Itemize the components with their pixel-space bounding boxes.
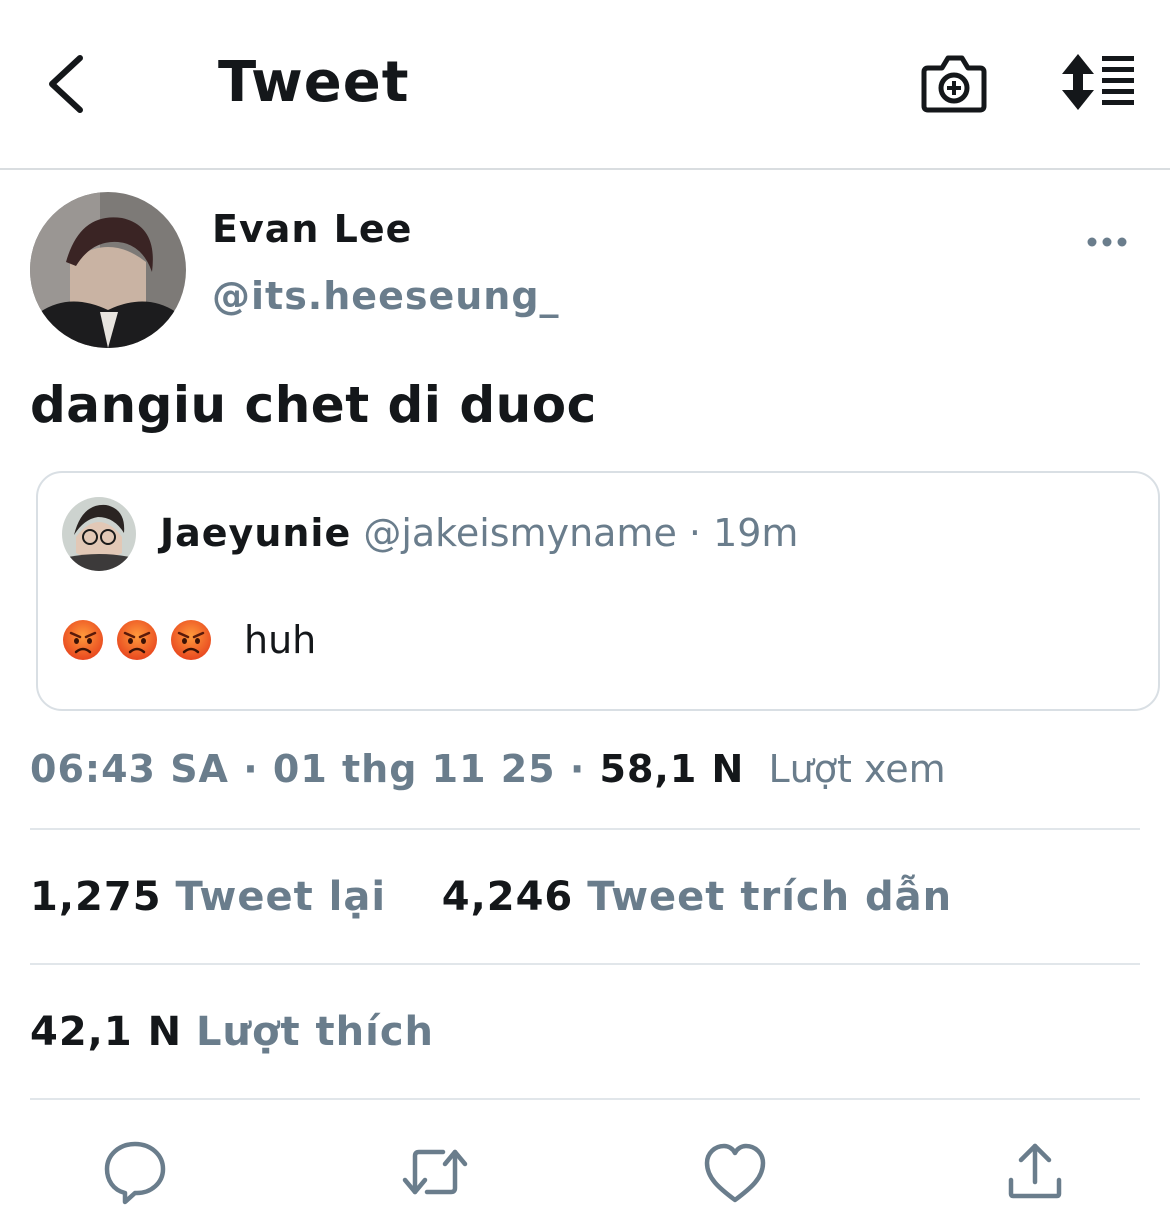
quote-header: Jaeyunie @jakeismyname · 19m	[160, 508, 798, 558]
quote-text: huh	[244, 618, 317, 662]
page-title: Tweet	[218, 50, 410, 115]
likes-count[interactable]: 42,1 N	[30, 1009, 182, 1055]
angry-face-emoji-icon	[63, 620, 103, 660]
angry-face-emoji-icon	[171, 620, 211, 660]
author-display-name[interactable]: Evan Lee	[212, 205, 412, 253]
like-heart-icon[interactable]	[699, 1136, 771, 1208]
quoted-tweet-card[interactable]	[36, 471, 1160, 711]
tweet-date: 01 thg 11 25	[272, 747, 556, 791]
reply-icon[interactable]	[99, 1136, 171, 1208]
top-bar	[0, 0, 1170, 170]
retweets-count[interactable]: 1,275	[30, 874, 162, 920]
quote-display-name[interactable]: Jaeyunie	[160, 511, 351, 555]
tweet-text: dangiu chet di duoc	[30, 376, 597, 434]
camera-add-icon[interactable]	[918, 50, 990, 116]
likes-label[interactable]: Lượt thích	[196, 1009, 434, 1055]
tweet-timestamp: 06:43 SA · 01 thg 11 25 · 58,1 N Lượt xe…	[30, 742, 946, 796]
divider	[30, 1098, 1140, 1100]
quote-author-avatar[interactable]	[62, 497, 136, 571]
quote-separator: ·	[676, 511, 714, 555]
retweet-stats-row: 1,275 Tweet lại 4,246 Tweet trích dẫn	[30, 870, 952, 924]
likes-stats-row: 42,1 N Lượt thích	[30, 1005, 434, 1059]
more-options-icon[interactable]	[1086, 234, 1128, 250]
back-chevron-icon[interactable]	[40, 52, 92, 116]
quotes-label[interactable]: Tweet trích dẫn	[587, 874, 952, 920]
divider	[30, 828, 1140, 830]
share-icon[interactable]	[999, 1136, 1071, 1208]
views-label[interactable]: Lượt xem	[769, 747, 946, 791]
tweet-time: 06:43 SA	[30, 747, 229, 791]
retweet-icon[interactable]	[399, 1136, 471, 1208]
meta-separator: ·	[555, 747, 600, 791]
retweets-label[interactable]: Tweet lại	[175, 874, 386, 920]
views-count[interactable]: 58,1 N	[600, 747, 745, 791]
meta-separator: ·	[228, 747, 273, 791]
sort-list-icon[interactable]	[1058, 52, 1140, 112]
quote-body: huh	[62, 612, 316, 668]
author-handle[interactable]: @its.heeseung_	[212, 272, 560, 320]
divider	[30, 963, 1140, 965]
quote-time: 19m	[713, 511, 799, 555]
author-avatar[interactable]	[30, 192, 186, 348]
quotes-count[interactable]: 4,246	[442, 874, 574, 920]
quote-handle[interactable]: @jakeismyname	[363, 511, 677, 555]
angry-face-emoji-icon	[117, 620, 157, 660]
